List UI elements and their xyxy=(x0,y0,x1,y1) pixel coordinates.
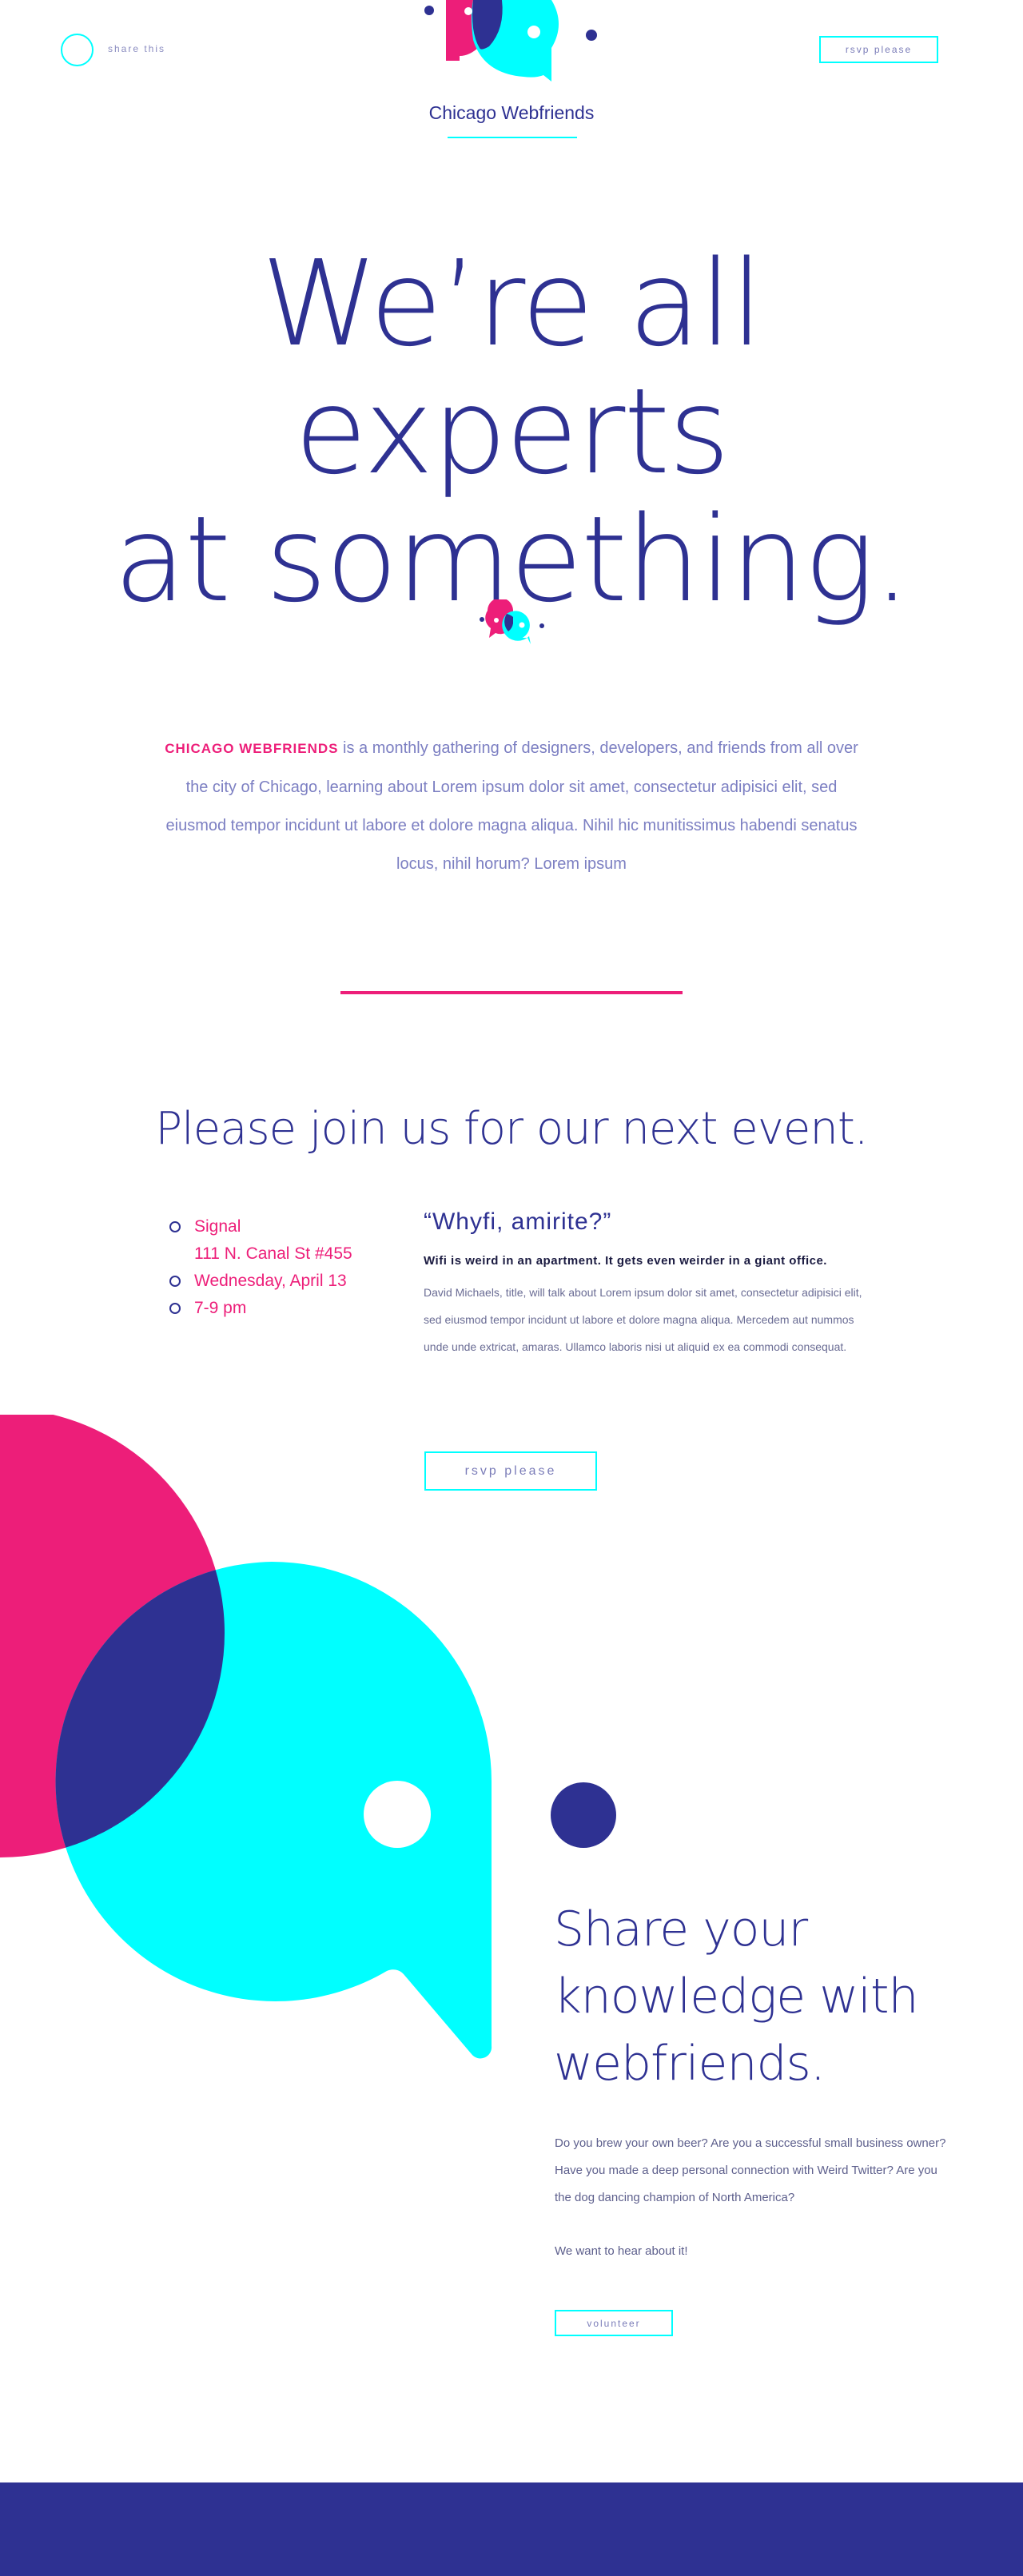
bullet-circle-icon xyxy=(169,1221,181,1232)
event-section-title: Please join us for our next event. xyxy=(155,1103,868,1155)
event-date: Wednesday, April 13 xyxy=(194,1272,347,1290)
speech-bubbles-small-icon xyxy=(480,599,544,644)
share-callout: We want to hear about it! xyxy=(555,2244,688,2258)
event-time: 7-9 pm xyxy=(194,1299,247,1317)
speech-bubbles-illustration-icon xyxy=(0,1415,492,2059)
event-time-item: 7-9 pm xyxy=(168,1295,408,1322)
hero-line-1: We’re all experts xyxy=(261,235,763,500)
event-date-item: Wednesday, April 13 xyxy=(168,1268,408,1295)
rsvp-button-header[interactable]: rsvp please xyxy=(819,36,938,63)
bullet-circle-icon xyxy=(169,1303,181,1314)
event-details-list: Signal 111 N. Canal St #455 Wednesday, A… xyxy=(168,1213,408,1322)
intro-text: is a monthly gathering of designers, dev… xyxy=(165,739,858,873)
volunteer-button[interactable]: volunteer xyxy=(555,2310,673,2336)
talk-headline: Wifi is weird in an apartment. It gets e… xyxy=(424,1254,827,1268)
event-location-item: Signal 111 N. Canal St #455 xyxy=(168,1213,408,1268)
share-label[interactable]: share this xyxy=(108,43,165,54)
event-venue: Signal xyxy=(194,1217,241,1236)
intro-brand: CHICAGO WEBFRIENDS xyxy=(165,741,339,756)
share-circle-icon[interactable] xyxy=(61,34,94,66)
brand-underline xyxy=(448,137,577,138)
share-section-title: Share your knowledge with webfriends. xyxy=(554,1901,919,2092)
section-divider xyxy=(340,991,683,994)
intro-paragraph: CHICAGO WEBFRIENDS is a monthly gatherin… xyxy=(160,729,863,883)
share-description: Do you brew your own beer? Are you a suc… xyxy=(555,2136,946,2204)
decorative-dot xyxy=(551,1782,616,1848)
hero-headline: We’re all experts at something. xyxy=(48,240,975,623)
talk-description: David Michaels, title, will talk about L… xyxy=(424,1286,862,1353)
footer xyxy=(0,2482,1023,2576)
talk-title: “Whyfi, amirite?” xyxy=(424,1208,612,1235)
speech-bubbles-logo-icon xyxy=(424,0,597,82)
brand-name[interactable]: Chicago Webfriends xyxy=(352,102,671,124)
bullet-circle-icon xyxy=(169,1276,181,1287)
event-address: 111 N. Canal St #455 xyxy=(194,1244,352,1263)
